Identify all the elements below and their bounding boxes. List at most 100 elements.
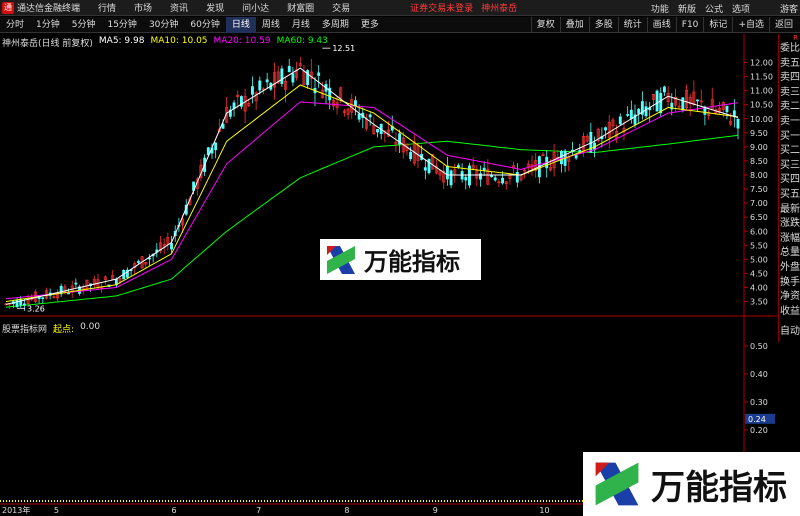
candle-body [482, 167, 486, 171]
multi-stock-button[interactable]: 多股 [588, 17, 618, 33]
side-item[interactable]: 卖四 [779, 71, 800, 86]
side-marker: R [793, 34, 798, 42]
candle-body [644, 106, 648, 117]
guest-user[interactable]: 游客 [780, 2, 798, 15]
ma5-value: MA5: 9.98 [98, 36, 145, 46]
price-tick-label: 5.50 [750, 241, 768, 250]
back-button[interactable]: 返回 [768, 17, 798, 33]
period-toolbar: 分时 1分钟 5分钟 15分钟 30分钟 60分钟 日线 周线 月线 多周期 更… [0, 16, 800, 33]
side-item[interactable]: 收益 [779, 305, 800, 320]
side-item[interactable]: 买五 [779, 188, 800, 203]
tab-1min[interactable]: 1分钟 [30, 17, 66, 33]
menu-formula[interactable]: 公式 [705, 2, 723, 15]
tab-5min[interactable]: 5分钟 [66, 17, 102, 33]
candle-body [629, 109, 633, 119]
price-tick-label: 3.50 [750, 298, 768, 307]
tab-multi-period[interactable]: 多周期 [316, 17, 355, 33]
candle-body [423, 167, 427, 171]
menu-item-market[interactable]: 市场 [134, 1, 152, 14]
candle-body [22, 303, 26, 306]
price-tick-label: 6.00 [750, 227, 768, 236]
chart-title: 神州泰岳(日线 前复权) [2, 39, 93, 49]
menu-item-ask[interactable]: 问小达 [242, 1, 269, 14]
side-item[interactable]: 买一 [779, 130, 800, 145]
side-item[interactable]: 卖一 [779, 115, 800, 130]
candle-body [291, 73, 295, 83]
side-item[interactable]: 外盘 [779, 261, 800, 276]
side-item[interactable]: 换手 [779, 276, 800, 291]
mark-button[interactable]: 标记 [703, 17, 732, 33]
menu-item-discover[interactable]: 发现 [206, 1, 224, 14]
side-item[interactable]: 卖二 [779, 100, 800, 115]
price-tick-label: 9.00 [750, 143, 768, 152]
menu-options[interactable]: 选项 [732, 2, 750, 15]
side-item[interactable]: 卖五 [779, 57, 800, 72]
candle-body [604, 127, 608, 131]
stats-button[interactable]: 统计 [617, 17, 647, 33]
adjust-button[interactable]: 复权 [530, 17, 560, 33]
side-item[interactable]: 涨幅 [779, 232, 800, 247]
candle-body [170, 243, 173, 250]
candle-body [559, 151, 563, 165]
tab-15min[interactable]: 15分钟 [101, 17, 142, 33]
add-watchlist-button[interactable]: +自选 [732, 17, 769, 33]
tab-weekly[interactable]: 周线 [256, 17, 286, 33]
price-tick-label: 8.50 [750, 157, 768, 166]
price-tick-label: 10.50 [750, 101, 773, 110]
side-item[interactable]: 卖三 [779, 86, 800, 101]
side-item[interactable]: 买四 [779, 173, 800, 188]
side-item[interactable]: 总量 [779, 246, 800, 261]
tab-monthly[interactable]: 月线 [286, 17, 316, 33]
candle-body [725, 105, 729, 113]
app-title: 通达信金融终端 [17, 4, 81, 14]
candle-body [357, 113, 361, 120]
price-tick-label: 10.00 [750, 115, 773, 124]
side-item[interactable]: 委比 [779, 42, 800, 57]
candle-body [464, 176, 468, 181]
date-tick-label: 7 [256, 506, 261, 515]
tab-60min[interactable]: 60分钟 [184, 17, 225, 33]
indicator-tick-label: 0.50 [750, 342, 768, 351]
tab-intraday[interactable]: 分时 [0, 17, 30, 33]
login-warning[interactable]: 证券交易未登录 [410, 1, 473, 14]
watermark-center: 万能指标 [320, 239, 481, 280]
tab-30min[interactable]: 30分钟 [143, 17, 184, 33]
candle-body [736, 118, 740, 129]
menu-item-news[interactable]: 资讯 [170, 1, 188, 14]
side-item[interactable]: 涨跌 [779, 217, 800, 232]
ma20-value: MA20: 10.59 [213, 36, 271, 46]
tab-more[interactable]: 更多 [355, 17, 385, 33]
date-tick-label: 2013年 [2, 505, 30, 515]
side-item[interactable]: 买三 [779, 159, 800, 174]
tab-daily[interactable]: 日线 [225, 16, 256, 33]
side-item[interactable]: 最新 [779, 203, 800, 218]
menu-function[interactable]: 功能 [651, 2, 669, 15]
f10-button[interactable]: F10 [675, 17, 704, 33]
candle-body [637, 108, 641, 114]
menu-item-wealth-circle[interactable]: 财富圈 [287, 1, 314, 14]
candle-body [655, 90, 659, 112]
candle-body [445, 165, 449, 180]
side-auto[interactable]: 自动 [779, 324, 800, 340]
menu-new-version[interactable]: 新版 [678, 2, 696, 15]
candle-body [456, 165, 460, 168]
candle-body [409, 151, 413, 160]
side-item[interactable]: 买二 [779, 144, 800, 159]
price-tick-label: 4.00 [750, 284, 768, 293]
candle-body [74, 282, 78, 285]
overlay-button[interactable]: 叠加 [559, 17, 589, 33]
menu-item-market-quotes[interactable]: 行情 [98, 1, 116, 14]
annotation-label: 3.26 [27, 304, 45, 313]
candle-body [41, 297, 45, 300]
candle-body [662, 86, 666, 93]
indicator-label: 起点: [53, 325, 75, 335]
watermark-text: 万能指标 [651, 467, 787, 508]
side-item[interactable]: 净资 [779, 290, 800, 305]
candle-body [490, 175, 493, 177]
annotation-label: 12.51 [332, 44, 355, 53]
price-tick-label: 9.50 [750, 129, 768, 138]
candle-body [287, 65, 291, 73]
draw-line-button[interactable]: 画线 [646, 17, 676, 33]
indicator-tick-label: 0.30 [750, 398, 768, 407]
menu-item-trade[interactable]: 交易 [332, 1, 350, 14]
